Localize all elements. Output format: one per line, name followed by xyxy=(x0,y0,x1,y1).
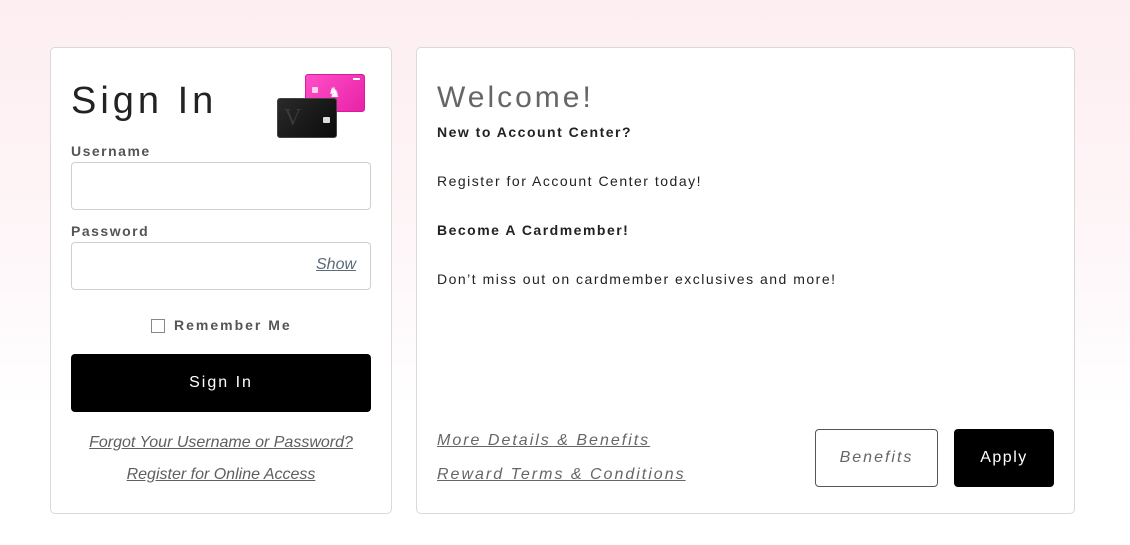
welcome-panel: Welcome! New to Account Center? Register… xyxy=(416,47,1075,514)
password-label: Password xyxy=(71,223,150,239)
cardmember-exclusives-text: Don’t miss out on cardmember exclusives … xyxy=(437,271,837,287)
sign-in-button[interactable]: Sign In xyxy=(71,354,371,412)
remember-me-label[interactable]: Remember Me xyxy=(174,317,292,333)
reward-terms-conditions-link[interactable]: Reward Terms & Conditions xyxy=(437,466,686,484)
become-cardmember-heading: Become A Cardmember! xyxy=(437,222,630,238)
page: { "signin": { "title": "Sign In", "usern… xyxy=(0,0,1130,545)
register-online-access-link[interactable]: Register for Online Access xyxy=(51,466,391,484)
new-to-account-center-heading: New to Account Center? xyxy=(437,124,633,140)
credit-cards-icon: ♞ V xyxy=(277,74,365,138)
sign-in-panel: Sign In ♞ V Username Password Show Remem… xyxy=(50,47,392,514)
remember-me-checkbox[interactable] xyxy=(151,319,165,333)
sign-in-title: Sign In xyxy=(71,80,218,122)
card-chip-icon xyxy=(312,87,318,93)
benefits-button[interactable]: Benefits xyxy=(815,429,938,487)
card-chip-icon xyxy=(323,117,330,123)
forgot-username-password-link[interactable]: Forgot Your Username or Password? xyxy=(51,434,391,452)
username-label: Username xyxy=(71,143,151,159)
card-tag-icon xyxy=(353,78,360,80)
username-input[interactable] xyxy=(71,162,371,210)
show-password-link[interactable]: Show xyxy=(316,256,356,274)
welcome-title: Welcome! xyxy=(437,81,594,114)
v-logo-icon: V xyxy=(284,105,302,131)
apply-button[interactable]: Apply xyxy=(954,429,1054,487)
register-account-center-text: Register for Account Center today! xyxy=(437,173,702,189)
dog-logo-icon: ♞ xyxy=(328,84,341,100)
remember-me-row[interactable]: Remember Me xyxy=(151,317,292,333)
black-credit-card-image: V xyxy=(277,98,337,138)
more-details-benefits-link[interactable]: More Details & Benefits xyxy=(437,432,650,450)
